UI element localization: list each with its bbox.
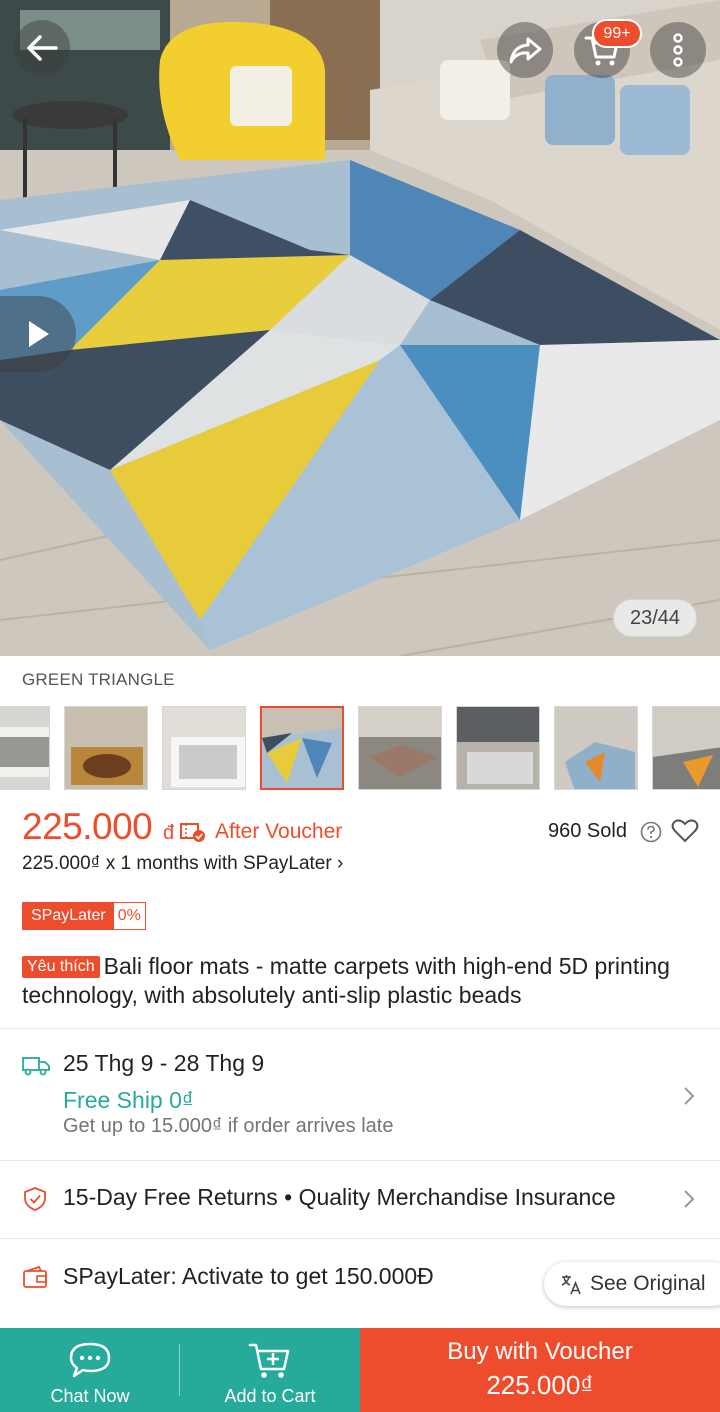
image-counter: 23/44: [613, 599, 697, 637]
variant-thumbnail[interactable]: [64, 706, 148, 790]
returns-text: 15-Day Free Returns • Quality Merchandis…: [63, 1184, 616, 1210]
product-title: Yêu thích Bali floor mats - matte carpets…: [22, 952, 702, 1010]
truck-icon: [22, 1057, 50, 1076]
rug-photo: [0, 0, 720, 656]
heart-icon[interactable]: [671, 818, 699, 844]
price: 225.000: [22, 806, 153, 847]
spaylater-badge-label: SPayLater: [23, 903, 114, 929]
buy-button-label: Buy with Voucher: [447, 1338, 633, 1365]
add-to-cart-icon: [248, 1343, 290, 1378]
variant-thumbnail[interactable]: [652, 706, 720, 790]
spaylater-promo-text: SPayLater: Activate to get 150.000Đ: [63, 1263, 434, 1289]
spaylater-badge-rate: 0%: [113, 903, 145, 929]
chevron-right-icon: [684, 1087, 695, 1105]
help-icon[interactable]: [640, 821, 662, 843]
product-image[interactable]: 99+ 23/44: [0, 0, 720, 656]
divider: [0, 1160, 720, 1161]
buy-button-price: 225.000₫: [486, 1370, 594, 1400]
chat-now-button[interactable]: Chat Now: [0, 1328, 180, 1412]
share-button[interactable]: [497, 22, 553, 78]
see-original-label: See Original: [590, 1272, 706, 1295]
free-ship-label: Free Ship 0₫: [63, 1087, 194, 1113]
variant-thumbnails[interactable]: [0, 704, 720, 792]
translate-icon: [561, 1275, 581, 1295]
product-title-text: Bali floor mats - matte carpets with hig…: [22, 953, 670, 1008]
delivery-date: 25 Thg 9 - 28 Thg 9: [63, 1050, 265, 1076]
divider: [0, 1028, 720, 1029]
price-currency: đ: [163, 822, 175, 844]
more-options-button[interactable]: [650, 22, 706, 78]
variant-thumbnail-selected[interactable]: [260, 706, 344, 790]
spaylater-badge: SPayLater 0%: [22, 902, 146, 930]
back-button[interactable]: [14, 20, 70, 76]
share-icon: [509, 37, 542, 64]
divider: [0, 1238, 720, 1239]
sold-count: 960 Sold: [548, 820, 627, 842]
add-to-cart-button[interactable]: Add to Cart: [180, 1328, 360, 1412]
after-voucher-label: After Voucher: [215, 820, 343, 843]
buy-with-voucher-button[interactable]: Buy with Voucher 225.000₫: [360, 1328, 720, 1412]
chat-icon: [69, 1342, 111, 1378]
play-video-button[interactable]: [0, 296, 76, 372]
late-delivery-note: Get up to 15.000₫ if order arrives late: [63, 1115, 394, 1137]
variant-thumbnail[interactable]: [358, 706, 442, 790]
variant-thumbnail[interactable]: [162, 706, 246, 790]
favorite-badge: Yêu thích: [22, 956, 100, 978]
more-vertical-icon: [673, 33, 683, 67]
arrow-left-icon: [27, 35, 58, 61]
wallet-icon: [23, 1265, 47, 1288]
shield-icon: [24, 1187, 46, 1211]
add-to-cart-label: Add to Cart: [224, 1386, 316, 1406]
chevron-right-icon: [684, 1190, 695, 1208]
cart-count-badge: 99+: [592, 19, 642, 48]
variant-thumbnail[interactable]: [456, 706, 540, 790]
variant-name: GREEN TRIANGLE: [22, 670, 175, 689]
voucher-icon: [180, 823, 205, 842]
chat-now-label: Chat Now: [50, 1386, 130, 1406]
variant-thumbnail[interactable]: [0, 706, 50, 790]
spaylater-installment-link[interactable]: 225.000₫ x 1 months with SPayLater ›: [22, 853, 343, 875]
play-icon: [29, 321, 49, 347]
bottom-action-bar: Chat Now Add to Cart Buy with Voucher 22…: [0, 1328, 720, 1412]
see-original-button[interactable]: See Original: [544, 1262, 720, 1306]
variant-thumbnail[interactable]: [554, 706, 638, 790]
